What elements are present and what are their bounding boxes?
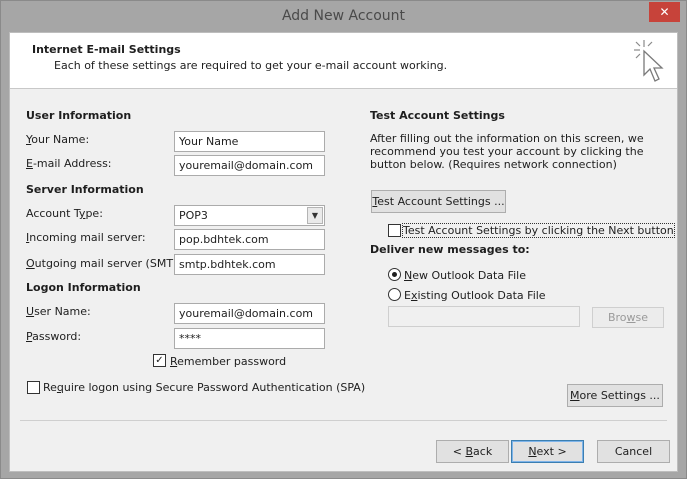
user-information-heading: User Information (26, 109, 132, 122)
email-address-label: E-mail Address: (26, 157, 112, 170)
more-settings-button[interactable]: More Settings ... (567, 384, 663, 407)
remember-password-label: Remember password (170, 355, 287, 368)
close-icon: ✕ (659, 5, 670, 19)
test-settings-description: After filling out the information on thi… (370, 132, 644, 171)
existing-data-file-radio[interactable] (388, 288, 401, 301)
auto-test-label: Test Account Settings by clicking the Ne… (402, 223, 675, 238)
server-information-heading: Server Information (26, 183, 144, 196)
user-name-label: User Name: (26, 305, 91, 318)
password-label: Password: (26, 330, 82, 343)
outgoing-server-input[interactable]: smtp.bdhtek.com (174, 254, 325, 275)
existing-data-file-label: Existing Outlook Data File (404, 289, 546, 302)
new-data-file-label: New Outlook Data File (404, 269, 526, 282)
incoming-server-input[interactable]: pop.bdhtek.com (174, 229, 325, 250)
back-button[interactable]: < Back (436, 440, 509, 463)
test-account-settings-heading: Test Account Settings (370, 109, 505, 122)
auto-test-checkbox[interactable] (388, 224, 401, 237)
require-spa-label: Require logon using Secure Password Auth… (43, 381, 366, 394)
cancel-button[interactable]: Cancel (597, 440, 670, 463)
password-input[interactable]: **** (174, 328, 325, 349)
test-account-settings-button[interactable]: Test Account Settings ... (371, 190, 506, 213)
data-file-path-input[interactable] (388, 306, 580, 327)
your-name-label: Your Name: (26, 133, 90, 146)
logon-information-heading: Logon Information (26, 281, 141, 294)
dialog-client-area: Internet E-mail Settings Each of these s… (9, 32, 678, 472)
radio-selected-dot (392, 272, 397, 277)
email-address-input[interactable]: youremail@domain.com (174, 155, 325, 176)
your-name-input[interactable]: Your Name (174, 131, 325, 152)
next-button[interactable]: Next > (511, 440, 584, 463)
footer-divider (20, 420, 667, 421)
account-type-value: POP3 (179, 209, 208, 222)
close-button[interactable]: ✕ (649, 2, 680, 22)
account-type-label: Account Type: (26, 207, 103, 220)
mouse-cursor-sparkle-icon (634, 40, 664, 82)
outgoing-server-label: Outgoing mail server (SMTP): (26, 257, 188, 270)
add-account-window: Add New Account ✕ Internet E-mail Settin… (0, 0, 687, 479)
require-spa-checkbox[interactable] (27, 381, 40, 394)
deliver-messages-heading: Deliver new messages to: (370, 243, 530, 256)
user-name-input[interactable]: youremail@domain.com (174, 303, 325, 324)
remember-password-checkbox[interactable]: ✓ (153, 354, 166, 367)
page-title: Internet E-mail Settings (32, 43, 181, 56)
new-data-file-radio[interactable] (388, 268, 401, 281)
account-type-select[interactable]: POP3 ▼ (174, 205, 325, 226)
title-bar[interactable]: Add New Account ✕ (1, 1, 686, 32)
chevron-down-icon[interactable]: ▼ (307, 207, 323, 224)
page-subtitle: Each of these settings are required to g… (54, 59, 448, 72)
browse-button[interactable]: Browse (592, 307, 664, 328)
dialog-header: Internet E-mail Settings Each of these s… (10, 33, 677, 89)
window-title: Add New Account (281, 8, 406, 24)
incoming-server-label: Incoming mail server: (26, 231, 146, 244)
